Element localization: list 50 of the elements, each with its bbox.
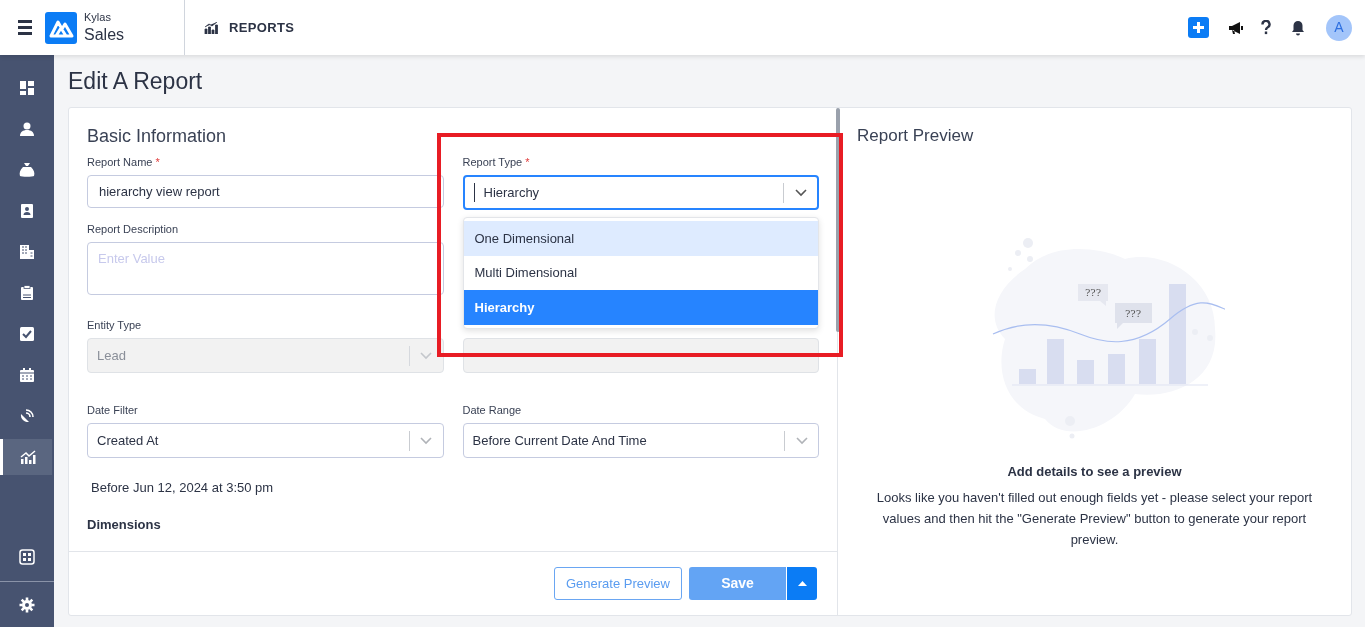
select-field[interactable]: Created At	[87, 423, 444, 458]
brand-subtitle: Kylas	[84, 12, 112, 23]
add-button[interactable]	[1188, 17, 1209, 38]
caret-up-icon	[797, 581, 807, 586]
help-icon[interactable]	[1261, 20, 1271, 35]
more-options-button[interactable]	[787, 567, 817, 600]
field-label: Entity Type	[87, 318, 143, 332]
report-name-input[interactable]: hierarchy view report	[87, 175, 444, 208]
chart-icon	[204, 21, 219, 34]
field-label: Report Description	[87, 222, 180, 236]
field-label: Report Type *	[462, 155, 531, 169]
dropdown-option[interactable]: Hierarchy	[463, 290, 818, 325]
module-title: REPORTS	[229, 18, 295, 37]
logo-icon	[45, 11, 77, 44]
empty-state-message: Looks like you haven't filled out enough fields yet - please select your report values and then hit the "Generate Preview" button to generate your report preview.	[875, 488, 1314, 549]
section-heading: Dimensions	[87, 515, 162, 534]
field-label: Date Filter	[87, 403, 139, 417]
calendar-icon	[19, 367, 35, 383]
page-title: Edit A Report	[68, 67, 204, 95]
select-field[interactable]: Hierarchy	[462, 175, 819, 210]
dropdown-option[interactable]: One Dimensional	[463, 221, 818, 256]
section-title: Basic Information	[87, 125, 228, 147]
dropdown-option[interactable]: Multi Dimensional	[463, 255, 818, 290]
building-icon	[19, 244, 35, 260]
clipboard-icon	[19, 285, 35, 301]
person-icon	[19, 121, 35, 137]
chevron-down-icon	[420, 351, 432, 360]
field-label: Date Range	[462, 403, 523, 417]
bell-icon[interactable]	[1291, 19, 1305, 36]
chevron-down-icon	[795, 436, 808, 445]
select-field[interactable]: Before Current Date And Time	[462, 423, 819, 458]
reports-icon	[19, 449, 36, 465]
brand-name: Sales	[84, 27, 125, 43]
field-label: Report Name *	[87, 155, 161, 169]
section-title: Report Preview	[857, 125, 974, 147]
plus-icon	[1192, 21, 1205, 34]
settings-icon	[19, 596, 35, 613]
dashboard-icon	[19, 80, 35, 96]
empty-state-title: Add details to see a preview	[1007, 463, 1182, 481]
chevron-down-icon	[420, 436, 432, 445]
money-bag-icon	[19, 162, 35, 178]
apps-grid-icon	[19, 549, 35, 565]
satellite-dish-icon	[19, 408, 35, 424]
description-textarea[interactable]: Enter Value	[87, 242, 444, 295]
menu-icon[interactable]	[18, 20, 32, 35]
date-note: Before Jun 12, 2024 at 3:50 pm	[91, 479, 275, 497]
checkbox-icon	[19, 326, 35, 342]
chevron-down-icon	[794, 188, 807, 197]
contact-card-icon	[19, 203, 35, 219]
megaphone-icon[interactable]	[1228, 20, 1243, 35]
